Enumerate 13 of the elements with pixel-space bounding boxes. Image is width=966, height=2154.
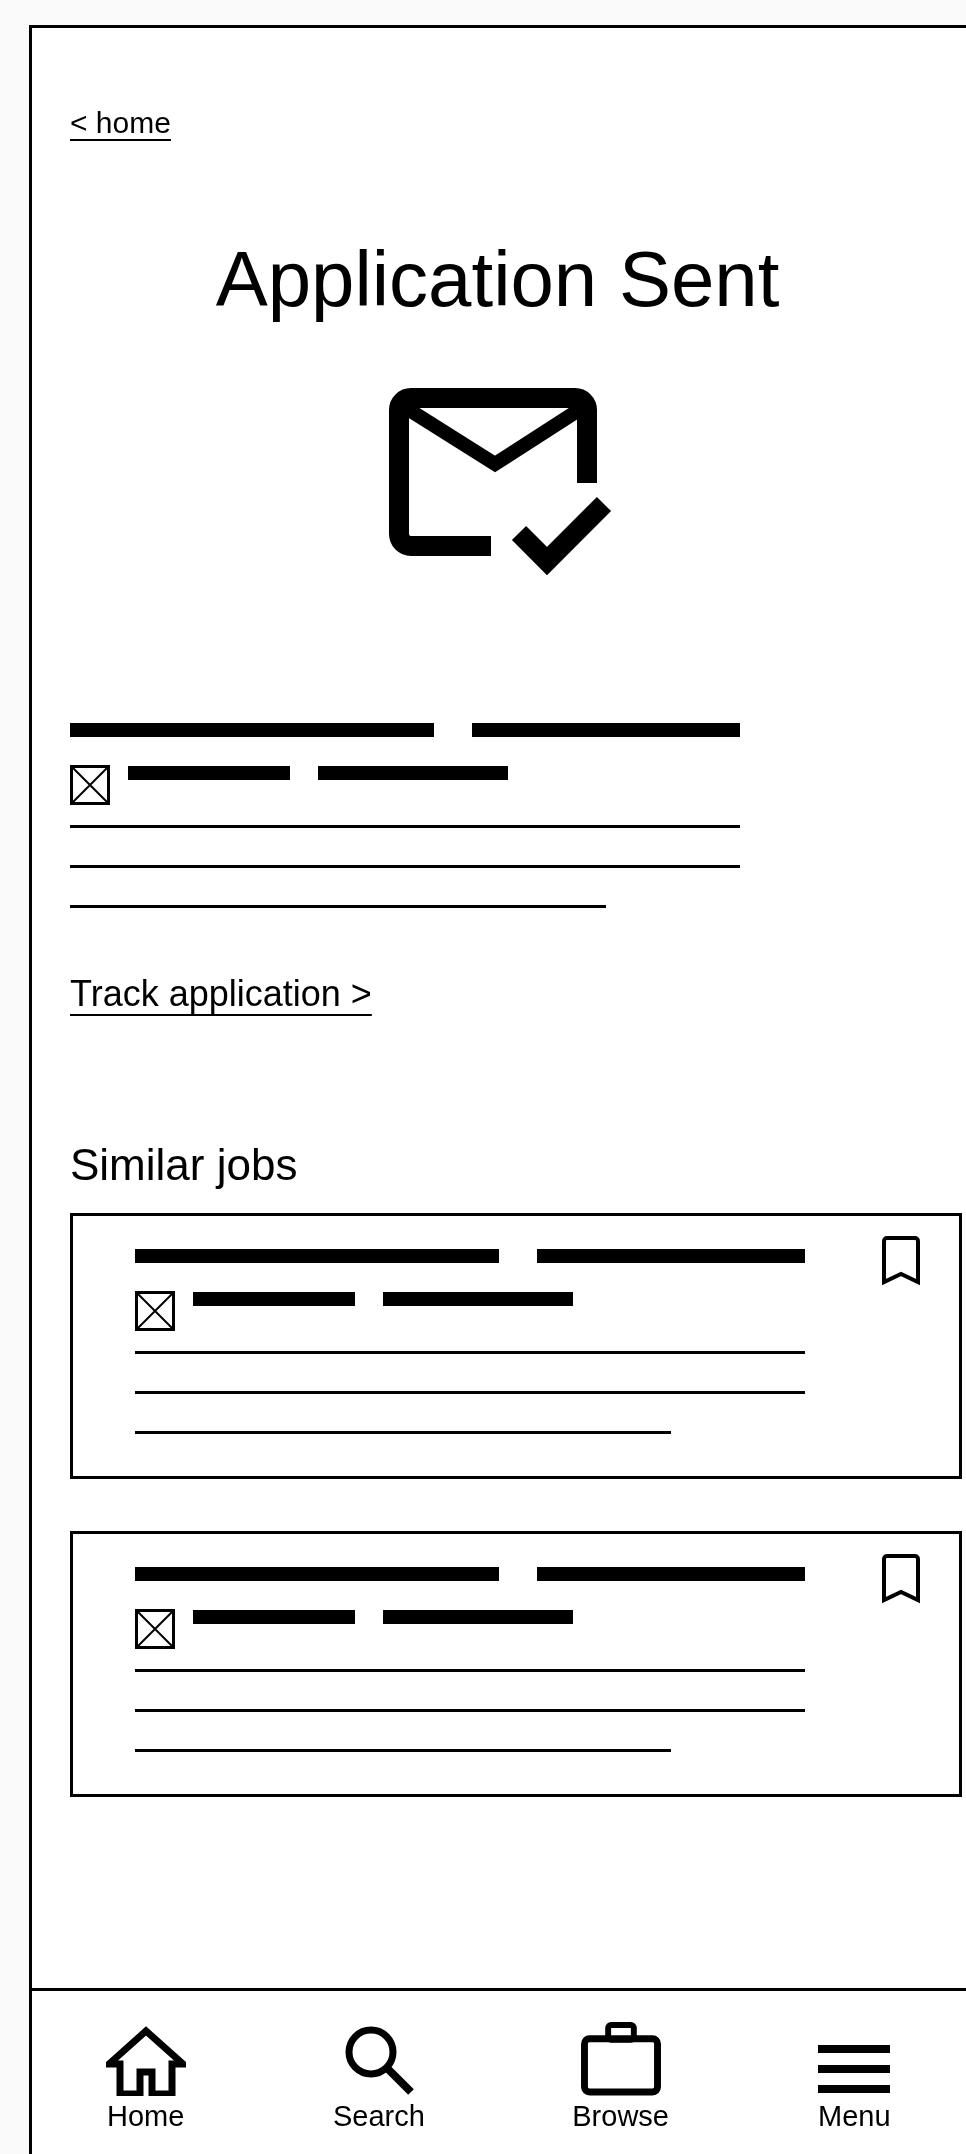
job-card[interactable] [70,1531,962,1797]
bookmark-icon[interactable] [881,1236,921,1286]
track-application-link[interactable]: Track application > [70,973,372,1014]
job-card[interactable] [70,1213,962,1479]
menu-icon [816,2044,893,2096]
image-placeholder-icon [135,1609,175,1649]
briefcase-icon [579,2021,662,2096]
section-heading: Similar jobs [70,1143,299,1187]
bookmark-icon[interactable] [881,1554,921,1604]
home-icon [105,2026,186,2096]
image-placeholder-icon [135,1291,175,1331]
back-link[interactable]: < home [70,106,171,139]
image-placeholder-icon [70,765,110,805]
